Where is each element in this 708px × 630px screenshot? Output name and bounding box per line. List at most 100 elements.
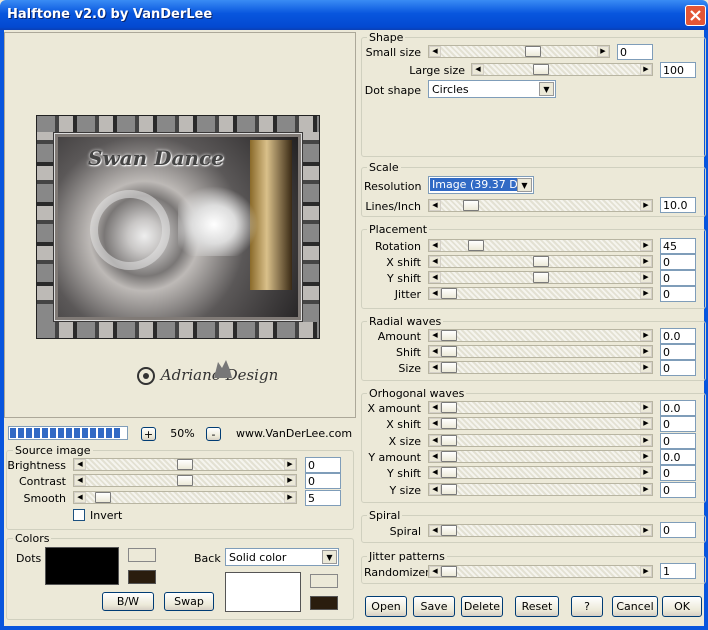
y-amount-input[interactable]: 0.0: [660, 449, 696, 465]
help-button[interactable]: ?: [571, 596, 603, 617]
brightness-input[interactable]: 0: [305, 457, 341, 473]
slider-thumb[interactable]: [441, 451, 457, 462]
zoom-in-button[interactable]: +: [141, 427, 156, 441]
reset-button[interactable]: Reset: [515, 596, 559, 617]
arrow-left-icon[interactable]: ◀: [429, 362, 441, 373]
arrow-right-icon[interactable]: ▶: [640, 288, 652, 299]
x-size-slider[interactable]: ◀ ▶: [428, 434, 653, 447]
radial-size-input[interactable]: 0: [660, 360, 696, 376]
dot-shape-select[interactable]: Circles ▼: [428, 80, 556, 98]
randomizer-slider[interactable]: ◀ ▶: [428, 565, 653, 578]
spiral-input[interactable]: 0: [660, 522, 696, 538]
contrast-input[interactable]: 0: [305, 473, 341, 489]
arrow-right-icon[interactable]: ▶: [640, 418, 652, 429]
slider-thumb[interactable]: [441, 566, 457, 577]
bw-button[interactable]: B/W: [102, 592, 154, 611]
arrow-right-icon[interactable]: ▶: [640, 256, 652, 267]
arrow-right-icon[interactable]: ▶: [640, 346, 652, 357]
x-amount-input[interactable]: 0.0: [660, 400, 696, 416]
arrow-left-icon[interactable]: ◀: [429, 467, 441, 478]
arrow-left-icon[interactable]: ◀: [429, 200, 441, 211]
slider-thumb[interactable]: [441, 484, 457, 495]
radial-amount-slider[interactable]: ◀ ▶: [428, 329, 653, 342]
randomizer-input[interactable]: 1: [660, 563, 696, 579]
chevron-down-icon[interactable]: ▼: [517, 178, 532, 192]
arrow-left-icon[interactable]: ◀: [429, 288, 441, 299]
slider-thumb[interactable]: [463, 200, 479, 211]
placement-x-shift-slider[interactable]: ◀ ▶: [428, 255, 653, 268]
arrow-left-icon[interactable]: ◀: [429, 240, 441, 251]
chevron-down-icon[interactable]: ▼: [539, 82, 554, 96]
slider-thumb[interactable]: [441, 467, 457, 478]
arrow-left-icon[interactable]: ◀: [429, 330, 441, 341]
close-button[interactable]: [685, 5, 706, 26]
x-amount-slider[interactable]: ◀ ▶: [428, 401, 653, 414]
arrow-right-icon[interactable]: ▶: [640, 467, 652, 478]
small-size-slider[interactable]: ◀ ▶: [428, 45, 610, 58]
slider-thumb[interactable]: [468, 240, 484, 251]
chevron-down-icon[interactable]: ▼: [322, 550, 337, 564]
placement-y-shift-input[interactable]: 0: [660, 270, 696, 286]
delete-button[interactable]: Delete: [461, 596, 503, 617]
slider-thumb[interactable]: [525, 46, 541, 57]
x-size-input[interactable]: 0: [660, 433, 696, 449]
arrow-right-icon[interactable]: ▶: [640, 200, 652, 211]
website-link[interactable]: www.VanDerLee.com: [236, 427, 352, 440]
dots-color-swatch[interactable]: [45, 547, 119, 585]
arrow-right-icon[interactable]: ▶: [640, 240, 652, 251]
arrow-left-icon[interactable]: ◀: [429, 346, 441, 357]
arrow-right-icon[interactable]: ▶: [597, 46, 609, 57]
cancel-button[interactable]: Cancel: [612, 596, 658, 617]
smooth-input[interactable]: 5: [305, 490, 341, 506]
back-swatch-dark[interactable]: [310, 596, 338, 610]
resolution-select[interactable]: Image (39.37 DPI ▼: [428, 176, 534, 194]
slider-thumb[interactable]: [441, 330, 457, 341]
radial-shift-input[interactable]: 0: [660, 344, 696, 360]
arrow-right-icon[interactable]: ▶: [640, 566, 652, 577]
arrow-left-icon[interactable]: ◀: [429, 402, 441, 413]
slider-thumb[interactable]: [95, 492, 111, 503]
arrow-left-icon[interactable]: ◀: [429, 272, 441, 283]
y-amount-slider[interactable]: ◀ ▶: [428, 450, 653, 463]
radial-size-slider[interactable]: ◀ ▶: [428, 361, 653, 374]
arrow-left-icon[interactable]: ◀: [429, 256, 441, 267]
back-swatch-small[interactable]: [310, 574, 338, 588]
jitter-slider[interactable]: ◀ ▶: [428, 287, 653, 300]
lines-inch-input[interactable]: 10.0: [660, 197, 696, 213]
dots-swatch-small[interactable]: [128, 548, 156, 562]
arrow-right-icon[interactable]: ▶: [284, 475, 296, 486]
arrow-right-icon[interactable]: ▶: [640, 402, 652, 413]
large-size-input[interactable]: 100: [660, 62, 696, 78]
arrow-left-icon[interactable]: ◀: [429, 418, 441, 429]
y-size-slider[interactable]: ◀ ▶: [428, 483, 653, 496]
arrow-left-icon[interactable]: ◀: [472, 64, 484, 75]
rotation-input[interactable]: 45: [660, 238, 696, 254]
smooth-slider[interactable]: ◀ ▶: [73, 491, 297, 504]
arrow-right-icon[interactable]: ▶: [640, 64, 652, 75]
y-shift-input[interactable]: 0: [660, 465, 696, 481]
back-color-swatch[interactable]: [225, 572, 301, 612]
slider-thumb[interactable]: [177, 459, 193, 470]
y-shift-slider[interactable]: ◀ ▶: [428, 466, 653, 479]
arrow-right-icon[interactable]: ▶: [640, 435, 652, 446]
back-mode-select[interactable]: Solid color ▼: [225, 548, 339, 566]
dots-swatch-dark[interactable]: [128, 570, 156, 584]
slider-thumb[interactable]: [441, 362, 457, 373]
small-size-input[interactable]: 0: [617, 44, 653, 60]
slider-thumb[interactable]: [441, 525, 457, 536]
arrow-left-icon[interactable]: ◀: [429, 435, 441, 446]
slider-thumb[interactable]: [441, 288, 457, 299]
arrow-left-icon[interactable]: ◀: [429, 525, 441, 536]
contrast-slider[interactable]: ◀ ▶: [73, 474, 297, 487]
slider-thumb[interactable]: [441, 402, 457, 413]
x-shift-input[interactable]: 0: [660, 416, 696, 432]
arrow-right-icon[interactable]: ▶: [640, 362, 652, 373]
arrow-left-icon[interactable]: ◀: [74, 492, 86, 503]
open-button[interactable]: Open: [365, 596, 407, 617]
swap-button[interactable]: Swap: [164, 592, 214, 611]
ok-button[interactable]: OK: [662, 596, 702, 617]
slider-thumb[interactable]: [441, 435, 457, 446]
arrow-left-icon[interactable]: ◀: [429, 484, 441, 495]
spiral-slider[interactable]: ◀ ▶: [428, 524, 653, 537]
slider-thumb[interactable]: [533, 64, 549, 75]
